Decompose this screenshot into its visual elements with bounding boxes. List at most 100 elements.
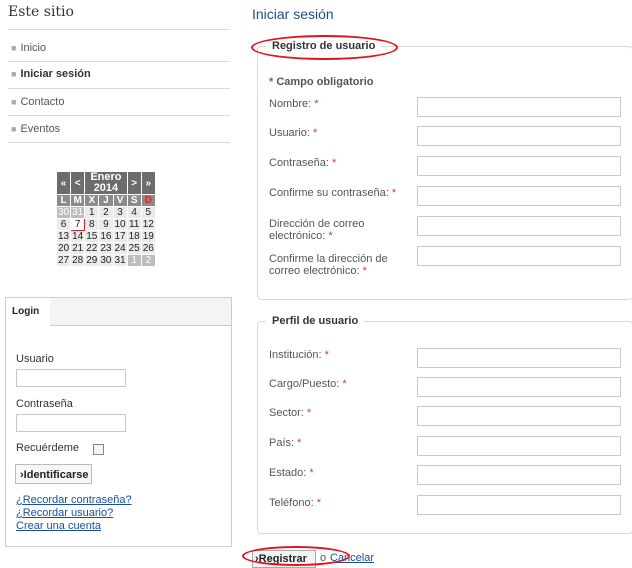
usuario-input[interactable] xyxy=(417,126,621,146)
calendar-day[interactable]: 11 xyxy=(126,218,142,231)
tab-login[interactable]: Login xyxy=(6,298,51,325)
calendar-day[interactable]: 31 xyxy=(70,206,86,219)
forgot-username-link[interactable]: ¿Recordar usuario? xyxy=(16,507,113,519)
required-mark: * xyxy=(269,76,274,88)
calendar-day[interactable]: 24 xyxy=(112,242,128,255)
nombre-input[interactable] xyxy=(417,97,621,117)
sidebar-title: Este sitio xyxy=(8,4,74,20)
calendar-day[interactable]: 27 xyxy=(55,254,72,267)
forgot-password-link[interactable]: ¿Recordar contraseña? xyxy=(16,494,132,506)
calendar-day[interactable]: 2 xyxy=(98,206,114,219)
calendar-day[interactable]: 1 xyxy=(84,206,100,219)
login-panel: Login Usuario Contraseña Recuérdeme ›Ide… xyxy=(5,297,232,547)
prev-month-button[interactable]: < xyxy=(70,171,86,195)
sidebar-item-contacto[interactable]: ■ Contacto xyxy=(11,96,64,108)
field-label-confirm-password: Confirme su contraseña: * xyxy=(269,187,397,199)
cancel-link[interactable]: Cancelar xyxy=(330,552,374,564)
confirm-email-input[interactable] xyxy=(417,246,621,266)
password-input[interactable] xyxy=(16,414,126,432)
create-account-link[interactable]: Crear una cuenta xyxy=(16,520,101,532)
weekday-label: M xyxy=(70,194,86,207)
calendar-day-today[interactable]: 7 xyxy=(70,218,86,231)
weekday-label: L xyxy=(55,194,72,207)
remember-label: Recuérdeme xyxy=(16,442,79,454)
sector-input[interactable] xyxy=(417,406,621,426)
calendar-day[interactable]: 31 xyxy=(112,254,128,267)
divider xyxy=(8,88,230,89)
sidebar-item-label: Contacto xyxy=(20,96,65,108)
bullet-icon: ■ xyxy=(11,124,17,134)
calendar-day[interactable]: 18 xyxy=(126,230,142,243)
estado-input[interactable] xyxy=(417,465,621,485)
institucion-input[interactable] xyxy=(417,348,621,368)
calendar-day[interactable]: 14 xyxy=(70,230,86,243)
calendar-day[interactable]: 3 xyxy=(112,206,128,219)
password-label: Contraseña xyxy=(16,398,73,410)
required-note-text: Campo obligatorio xyxy=(276,76,374,88)
field-label-usuario: Usuario: * xyxy=(269,127,318,139)
sidebar-item-label: Eventos xyxy=(20,123,61,135)
calendar-day[interactable]: 28 xyxy=(70,254,86,267)
calendar-day[interactable]: 20 xyxy=(55,242,72,255)
calendar-day[interactable]: 1 xyxy=(126,254,142,267)
divider xyxy=(8,61,230,62)
calendar-day[interactable]: 9 xyxy=(98,218,114,231)
email-input[interactable] xyxy=(417,216,621,236)
register-button[interactable]: ›Registrar xyxy=(252,550,316,568)
calendar-day[interactable]: 16 xyxy=(98,230,114,243)
field-label-estado: Estado: * xyxy=(269,467,314,479)
field-label-email: Dirección de correo electrónico: * xyxy=(269,218,365,242)
weekday-label: J xyxy=(98,194,114,207)
profile-legend: Perfil de usuario xyxy=(266,315,365,327)
calendar-day[interactable]: 5 xyxy=(140,206,156,219)
calendar-day[interactable]: 17 xyxy=(112,230,128,243)
calendar-day[interactable]: 25 xyxy=(126,242,142,255)
field-label-contrasena: Contraseña: * xyxy=(269,157,337,169)
calendar-month-label: Enero 2014 xyxy=(84,171,128,195)
pais-input[interactable] xyxy=(417,436,621,456)
calendar-day[interactable]: 19 xyxy=(140,230,156,243)
divider xyxy=(8,29,230,30)
calendar-day[interactable]: 21 xyxy=(70,242,86,255)
calendar-day[interactable]: 22 xyxy=(84,242,100,255)
weekday-label: V xyxy=(112,194,128,207)
remember-checkbox[interactable] xyxy=(93,444,104,455)
login-button[interactable]: ›Identificarse xyxy=(15,464,92,484)
bullet-icon: ■ xyxy=(11,69,17,79)
calendar-day[interactable]: 8 xyxy=(84,218,100,231)
calendar-day[interactable]: 4 xyxy=(126,206,142,219)
confirm-password-input[interactable] xyxy=(417,186,621,206)
contrasena-input[interactable] xyxy=(417,156,621,176)
calendar-day[interactable]: 15 xyxy=(84,230,100,243)
calendar-day[interactable]: 30 xyxy=(98,254,114,267)
calendar-day[interactable]: 12 xyxy=(140,218,156,231)
username-input[interactable] xyxy=(16,369,126,387)
calendar-day[interactable]: 13 xyxy=(55,230,72,243)
field-label-telefono: Teléfono: * xyxy=(269,497,321,509)
calendar-day[interactable]: 29 xyxy=(84,254,100,267)
username-label: Usuario xyxy=(16,353,54,365)
bullet-icon: ■ xyxy=(11,43,17,53)
calendar-day[interactable]: 23 xyxy=(98,242,114,255)
telefono-input[interactable] xyxy=(417,495,621,515)
weekday-label: X xyxy=(84,194,100,207)
field-label-sector: Sector: * xyxy=(269,407,312,419)
cargo-input[interactable] xyxy=(417,377,621,397)
prev-year-button[interactable]: « xyxy=(55,171,72,195)
calendar-day[interactable]: 2 xyxy=(140,254,156,267)
calendar-day[interactable]: 10 xyxy=(112,218,128,231)
next-month-button[interactable]: > xyxy=(126,171,142,195)
calendar-day[interactable]: 30 xyxy=(55,206,72,219)
field-label-confirm-email: Confirme la dirección de correo electrón… xyxy=(269,253,388,277)
divider xyxy=(8,142,230,143)
weekday-label: D xyxy=(140,194,156,207)
sidebar-item-inicio[interactable]: ■ Inicio xyxy=(11,42,46,54)
calendar-day[interactable]: 26 xyxy=(140,242,156,255)
sidebar-item-label: Iniciar sesión xyxy=(20,68,91,80)
sidebar-item-label: Inicio xyxy=(20,42,47,54)
sidebar-item-eventos[interactable]: ■ Eventos xyxy=(11,123,60,135)
field-label-institucion: Institución: * xyxy=(269,349,329,361)
calendar-day[interactable]: 6 xyxy=(55,218,72,231)
next-year-button[interactable]: » xyxy=(140,171,156,195)
sidebar-item-iniciar-sesion[interactable]: ■ Iniciar sesión xyxy=(11,68,91,80)
